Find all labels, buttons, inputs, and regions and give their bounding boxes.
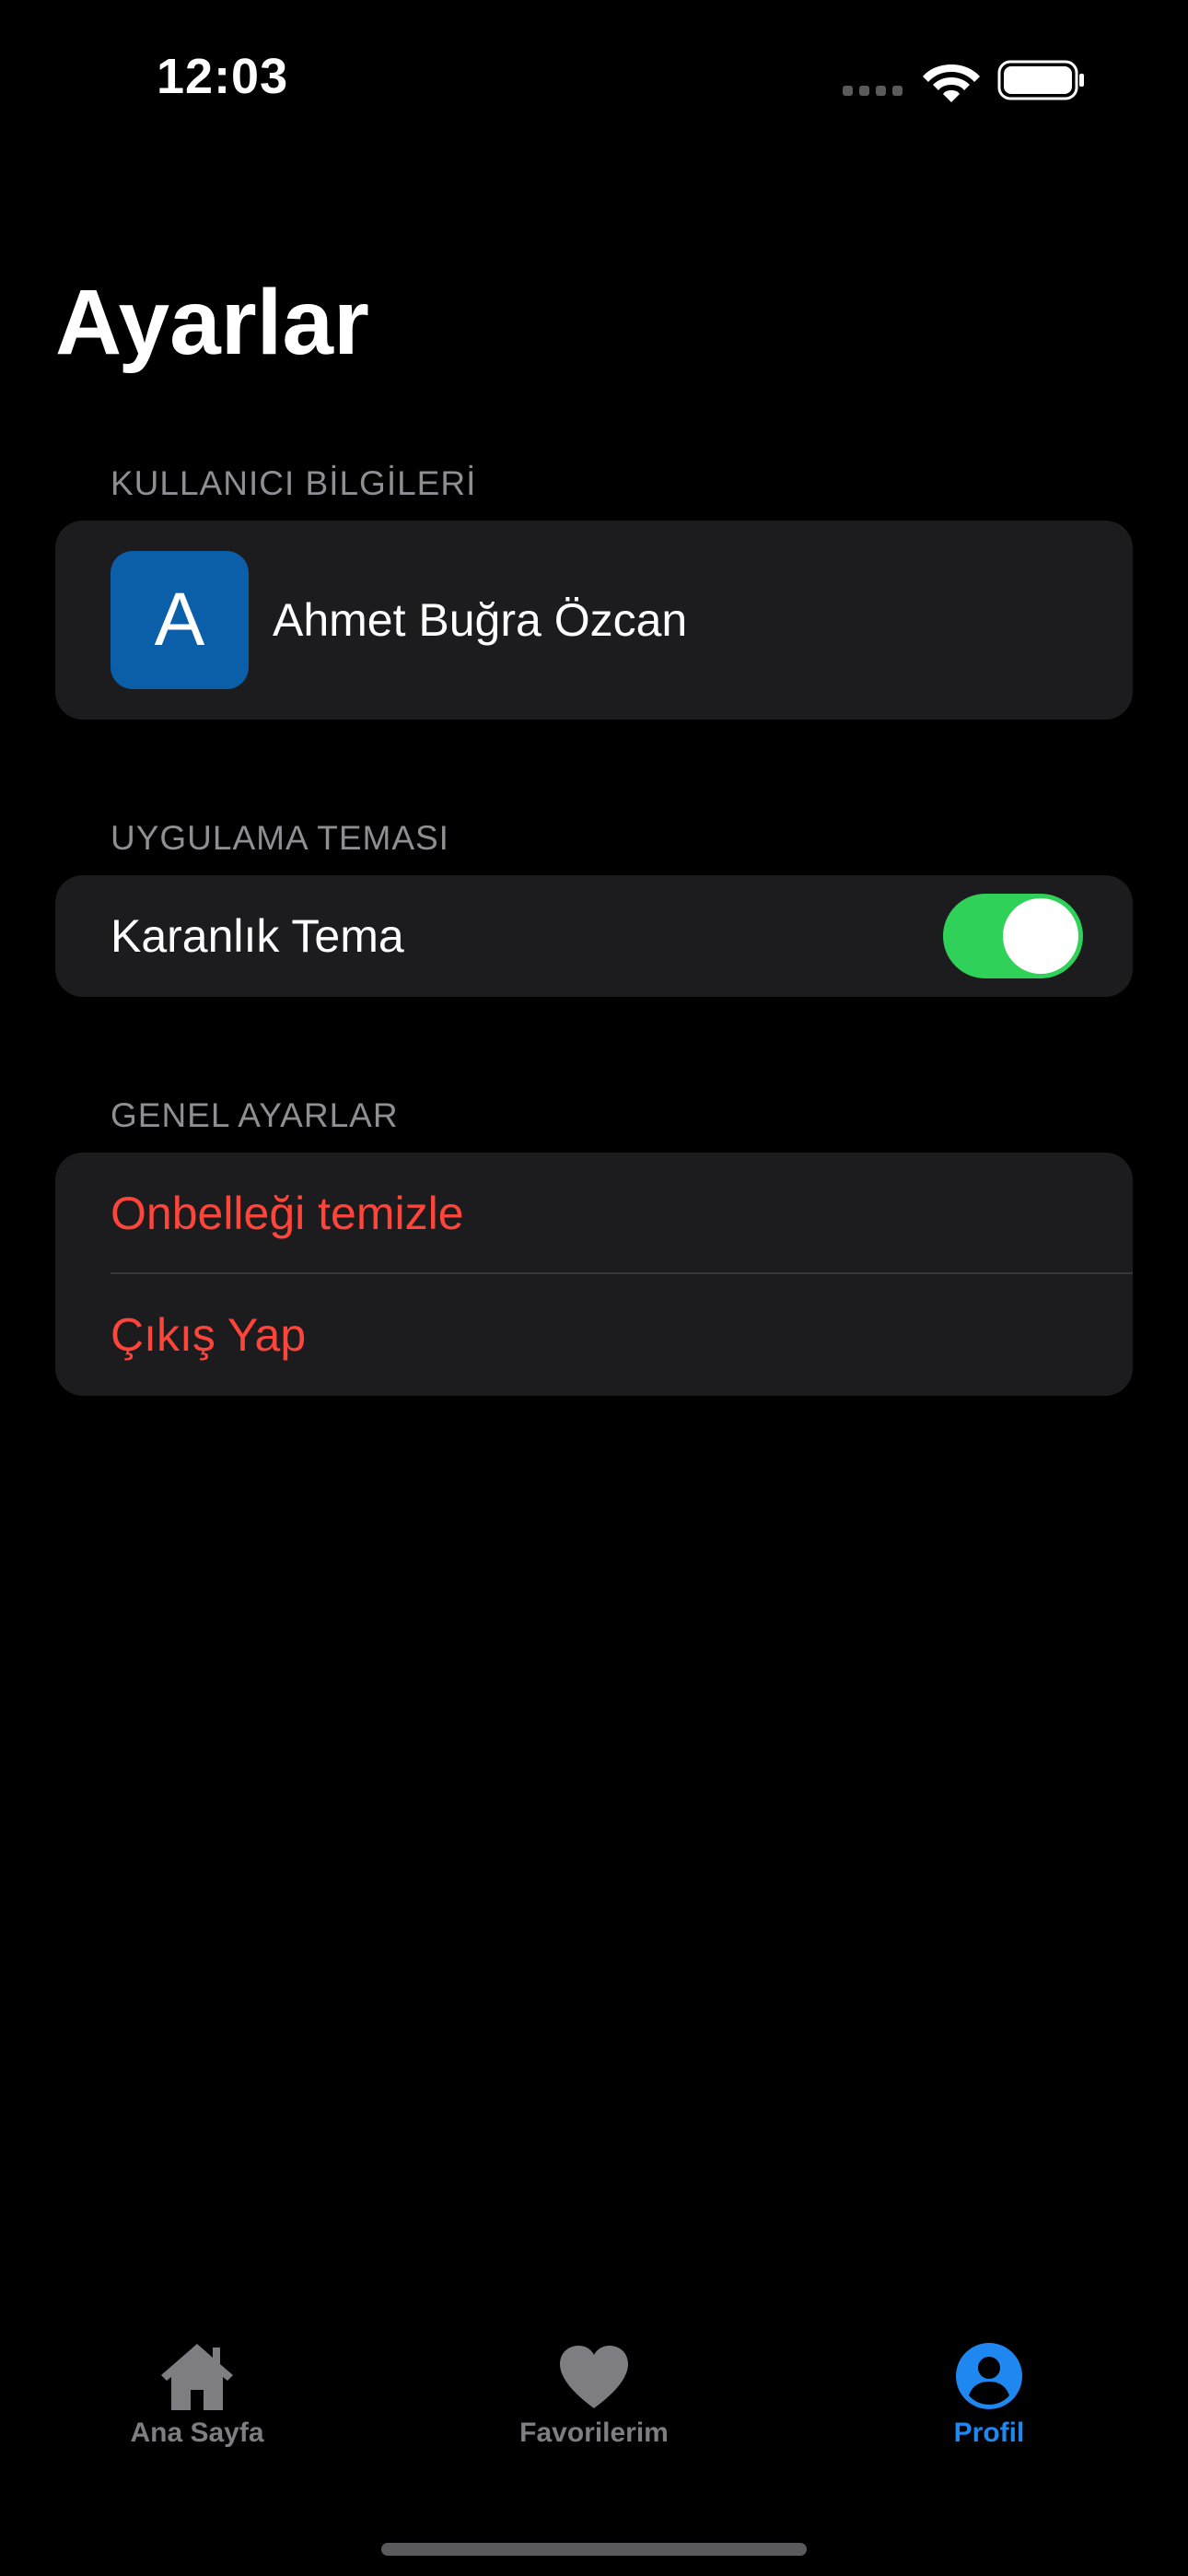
wifi-icon [923,64,980,102]
tab-bar: Ana Sayfa Favorilerim Profil [0,2340,1188,2478]
status-time: 12:03 [157,49,289,104]
person-circle-icon [956,2343,1022,2409]
app-theme-group: Karanlık Tema [55,875,1133,997]
tab-label: Ana Sayfa [130,2418,264,2448]
dark-theme-row: Karanlık Tema [55,875,1133,997]
tab-label: Favorilerim [519,2418,669,2448]
clear-cache-label: Onbelleği temizle [111,1188,464,1239]
tab-favorites[interactable]: Favorilerim [474,2340,714,2449]
house-icon [161,2344,233,2410]
user-info-group: A Ahmet Buğra Özcan [55,521,1133,720]
section-header-app-theme: UYGULAMA TEMASI [111,819,449,857]
cellular-signal-icon [843,86,903,96]
dark-theme-toggle[interactable] [943,894,1083,978]
clear-cache-button[interactable]: Onbelleği temizle [55,1153,1133,1274]
avatar: A [111,551,249,689]
tab-home[interactable]: Ana Sayfa [77,2340,317,2449]
logout-label: Çıkış Yap [111,1309,307,1361]
logout-button[interactable]: Çıkış Yap [55,1274,1133,1396]
status-bar: 12:03 [0,0,1188,157]
toggle-knob [1003,898,1078,974]
tab-profile[interactable]: Profil [869,2340,1109,2449]
battery-icon [997,60,1084,100]
user-name: Ahmet Buğra Özcan [273,594,688,646]
heart-icon [560,2346,628,2408]
page-title: Ayarlar [55,271,369,374]
tab-label: Profil [953,2418,1025,2448]
dark-theme-label: Karanlık Tema [111,910,404,962]
home-indicator[interactable] [381,2543,807,2556]
user-profile-row[interactable]: A Ahmet Buğra Özcan [55,521,1133,720]
section-header-general: GENEL AYARLAR [111,1096,399,1134]
section-header-user-info: KULLANICI BİLGİLERİ [111,464,477,502]
general-settings-group: Onbelleği temizle Çıkış Yap [55,1153,1133,1396]
